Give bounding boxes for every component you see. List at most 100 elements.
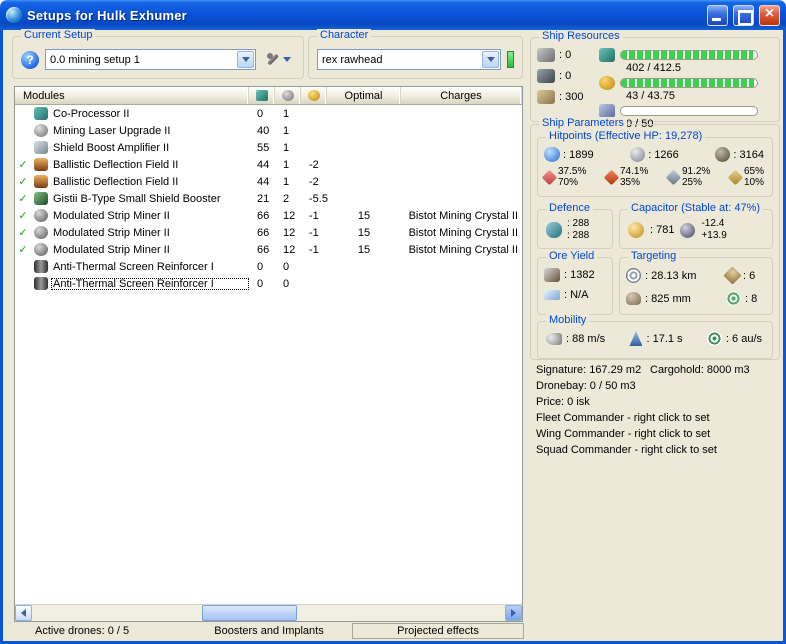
targeting-label: Targeting — [628, 250, 680, 262]
hitpoints-label: Hitpoints (Effective HP: 19,278) — [546, 130, 706, 142]
fitted-check-icon: ✓ — [18, 244, 28, 256]
thermal-resist: 74.1% 35% — [603, 166, 648, 188]
horizontal-scrollbar[interactable] — [15, 604, 522, 621]
warp-speed-icon — [706, 331, 722, 346]
character-group: Character rex rawhead — [308, 29, 523, 79]
chevron-down-icon — [283, 57, 291, 62]
module-name: Modulated Strip Miner II — [53, 243, 170, 256]
close-button[interactable] — [759, 4, 780, 26]
signature-value: Signature: 167.29 m2 — [536, 364, 642, 376]
table-row[interactable]: ✓ Modulated Strip Miner II 66 12 -1 15 B… — [15, 224, 522, 241]
capacitor-label: Capacitor (Stable at: 47%) — [628, 202, 764, 214]
fitted-check-icon: ✓ — [18, 227, 28, 239]
price-value: Price: 0 isk — [536, 396, 590, 408]
fitted-check-icon: ✓ — [18, 193, 28, 205]
cargohold-value: Cargohold: 8000 m3 — [650, 364, 750, 376]
table-row[interactable]: Shield Boost Amplifier II 55 1 — [15, 139, 522, 156]
scan-resolution-icon — [626, 292, 641, 305]
ship-summary: Signature: 167.29 m2 Cargohold: 8000 m3 … — [536, 362, 780, 458]
module-charge: Bistot Mining Crystal II — [408, 209, 518, 222]
drone-bandwidth-bar — [620, 106, 758, 116]
calibration: : 300 — [537, 90, 599, 104]
shield-hp-icon — [544, 147, 560, 162]
modules-table-header[interactable]: Modules Optimal Charges — [15, 87, 522, 105]
chevron-down-icon — [241, 57, 250, 62]
cpu-column-icon — [255, 90, 268, 101]
hull-hp-icon — [715, 147, 731, 162]
character-select-arrow[interactable] — [482, 51, 499, 68]
fleet-commander-setter[interactable]: Fleet Commander - right click to set — [536, 410, 780, 426]
module-name: Co-Processor II — [53, 107, 130, 120]
module-cpu: 55 — [257, 141, 270, 154]
table-row[interactable]: ✓ Modulated Strip Miner II 66 12 -1 15 B… — [15, 207, 522, 224]
fitted-check-icon: ✓ — [18, 176, 28, 188]
scroll-thumb[interactable] — [202, 605, 297, 621]
boosters-implants-button[interactable]: Boosters and Implants — [193, 623, 345, 639]
armor-hp-icon — [630, 147, 646, 162]
titlebar[interactable]: Setups for Hulk Exhumer — [0, 0, 786, 30]
setup-select-value: 0.0 mining setup 1 — [50, 53, 140, 66]
ore-yield-box: Ore Yield : 1382 : N/A — [537, 250, 613, 315]
table-row[interactable]: Mining Laser Upgrade II 40 1 — [15, 122, 522, 139]
module-cap-use: -1 — [309, 243, 319, 256]
minimize-button[interactable] — [707, 4, 728, 26]
setup-select-arrow[interactable] — [237, 51, 254, 68]
defence-value-1: : 288 — [567, 218, 590, 229]
turret-hardpoints-icon — [537, 48, 555, 62]
squad-commander-setter[interactable]: Squad Commander - right click to set — [536, 442, 780, 458]
module-name: Modulated Strip Miner II — [53, 209, 170, 222]
table-row[interactable]: Co-Processor II 0 1 — [15, 105, 522, 122]
cpu-usage-value: 402 / 412.5 — [626, 62, 682, 74]
module-type-icon — [34, 158, 48, 171]
setup-tools-button[interactable] — [262, 51, 295, 68]
maximize-button[interactable] — [733, 4, 754, 26]
module-cpu: 66 — [257, 209, 270, 222]
modules-column-header[interactable]: Modules — [15, 87, 249, 104]
max-targets: : 6 — [723, 266, 772, 285]
table-row-selected[interactable]: Anti-Thermal Screen Reinforcer I 0 0 — [15, 275, 522, 292]
table-row[interactable]: Anti-Thermal Screen Reinforcer I 0 0 — [15, 258, 522, 275]
fitted-check-icon: ✓ — [18, 210, 28, 222]
scroll-track[interactable] — [32, 605, 505, 621]
powergrid-column-icon — [281, 90, 294, 101]
armor-hp: : 1266 — [630, 147, 679, 162]
help-icon[interactable] — [21, 50, 39, 69]
module-powergrid: 1 — [283, 141, 290, 154]
table-row[interactable]: ✓ Ballistic Deflection Field II 44 1 -2 — [15, 173, 522, 190]
calibration-icon — [537, 90, 555, 104]
projected-effects-button[interactable]: Projected effects — [352, 623, 524, 639]
table-row[interactable]: ✓ Modulated Strip Miner II 66 12 -1 15 B… — [15, 241, 522, 258]
cpu-column-header[interactable] — [249, 87, 275, 104]
ship-parameters-group: Ship Parameters Hitpoints (Effective HP:… — [530, 117, 780, 360]
module-cpu: 0 — [257, 260, 264, 273]
powergrid-column-header[interactable] — [275, 87, 301, 104]
setup-select[interactable]: 0.0 mining setup 1 — [45, 49, 256, 70]
character-select[interactable]: rex rawhead — [317, 49, 501, 70]
speed-icon — [546, 332, 562, 345]
charges-column-header[interactable]: Charges — [401, 87, 522, 104]
scan-resolution: : 825 mm — [626, 291, 726, 306]
capacitor-icon — [628, 222, 644, 238]
capacitor-column-header[interactable] — [301, 87, 327, 104]
max-velocity: : 88 m/s — [546, 332, 605, 345]
module-name: Ballistic Deflection Field II — [53, 158, 179, 171]
scroll-right-button[interactable] — [505, 605, 522, 621]
module-type-icon — [34, 226, 48, 239]
module-type-icon — [34, 175, 48, 188]
scroll-left-button[interactable] — [15, 605, 32, 621]
table-row[interactable]: ✓ Gistii B-Type Small Shield Booster 21 … — [15, 190, 522, 207]
ship-parameters-label: Ship Parameters — [539, 117, 627, 129]
em-resist: 37.5% 70% — [541, 166, 586, 188]
wing-commander-setter[interactable]: Wing Commander - right click to set — [536, 426, 780, 442]
module-charge: Bistot Mining Crystal II — [408, 226, 518, 239]
module-type-icon — [34, 107, 48, 120]
module-powergrid: 0 — [283, 260, 290, 273]
module-powergrid: 2 — [283, 192, 290, 205]
optimal-column-header[interactable]: Optimal — [327, 87, 401, 104]
scroll-left-icon — [21, 609, 26, 617]
module-type-icon — [34, 277, 48, 290]
thermal-resist-icon — [603, 169, 620, 185]
footer-bar: Active drones: 0 / 5 Boosters and Implan… — [3, 622, 783, 641]
ice-yield-icon — [544, 290, 560, 300]
table-row[interactable]: ✓ Ballistic Deflection Field II 44 1 -2 — [15, 156, 522, 173]
